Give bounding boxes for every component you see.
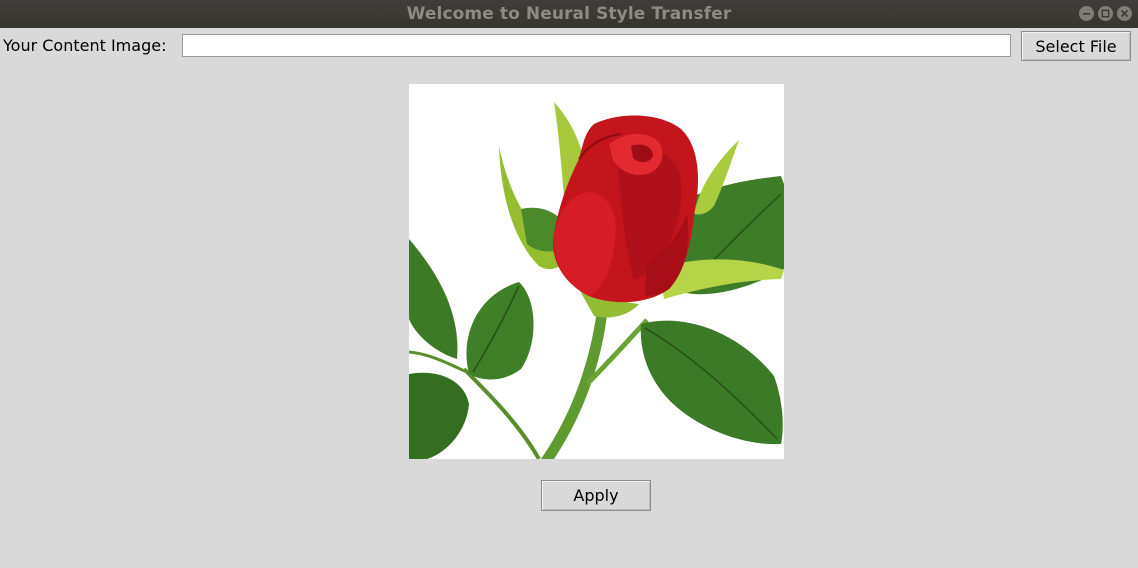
minimize-icon[interactable] [1079,6,1094,21]
content-image-label: Your Content Image: [3,36,167,55]
content-image-preview [409,84,784,459]
window-controls [1079,6,1132,21]
red-rose-image [409,84,784,459]
content-image-row: Your Content Image: Select File [0,28,1138,64]
content-image-path-input[interactable] [182,34,1011,57]
maximize-icon[interactable] [1098,6,1113,21]
window-titlebar: Welcome to Neural Style Transfer [0,0,1138,28]
apply-button[interactable]: Apply [541,480,651,511]
select-file-button[interactable]: Select File [1021,31,1131,61]
close-icon[interactable] [1117,6,1132,21]
window-title: Welcome to Neural Style Transfer [406,4,732,24]
